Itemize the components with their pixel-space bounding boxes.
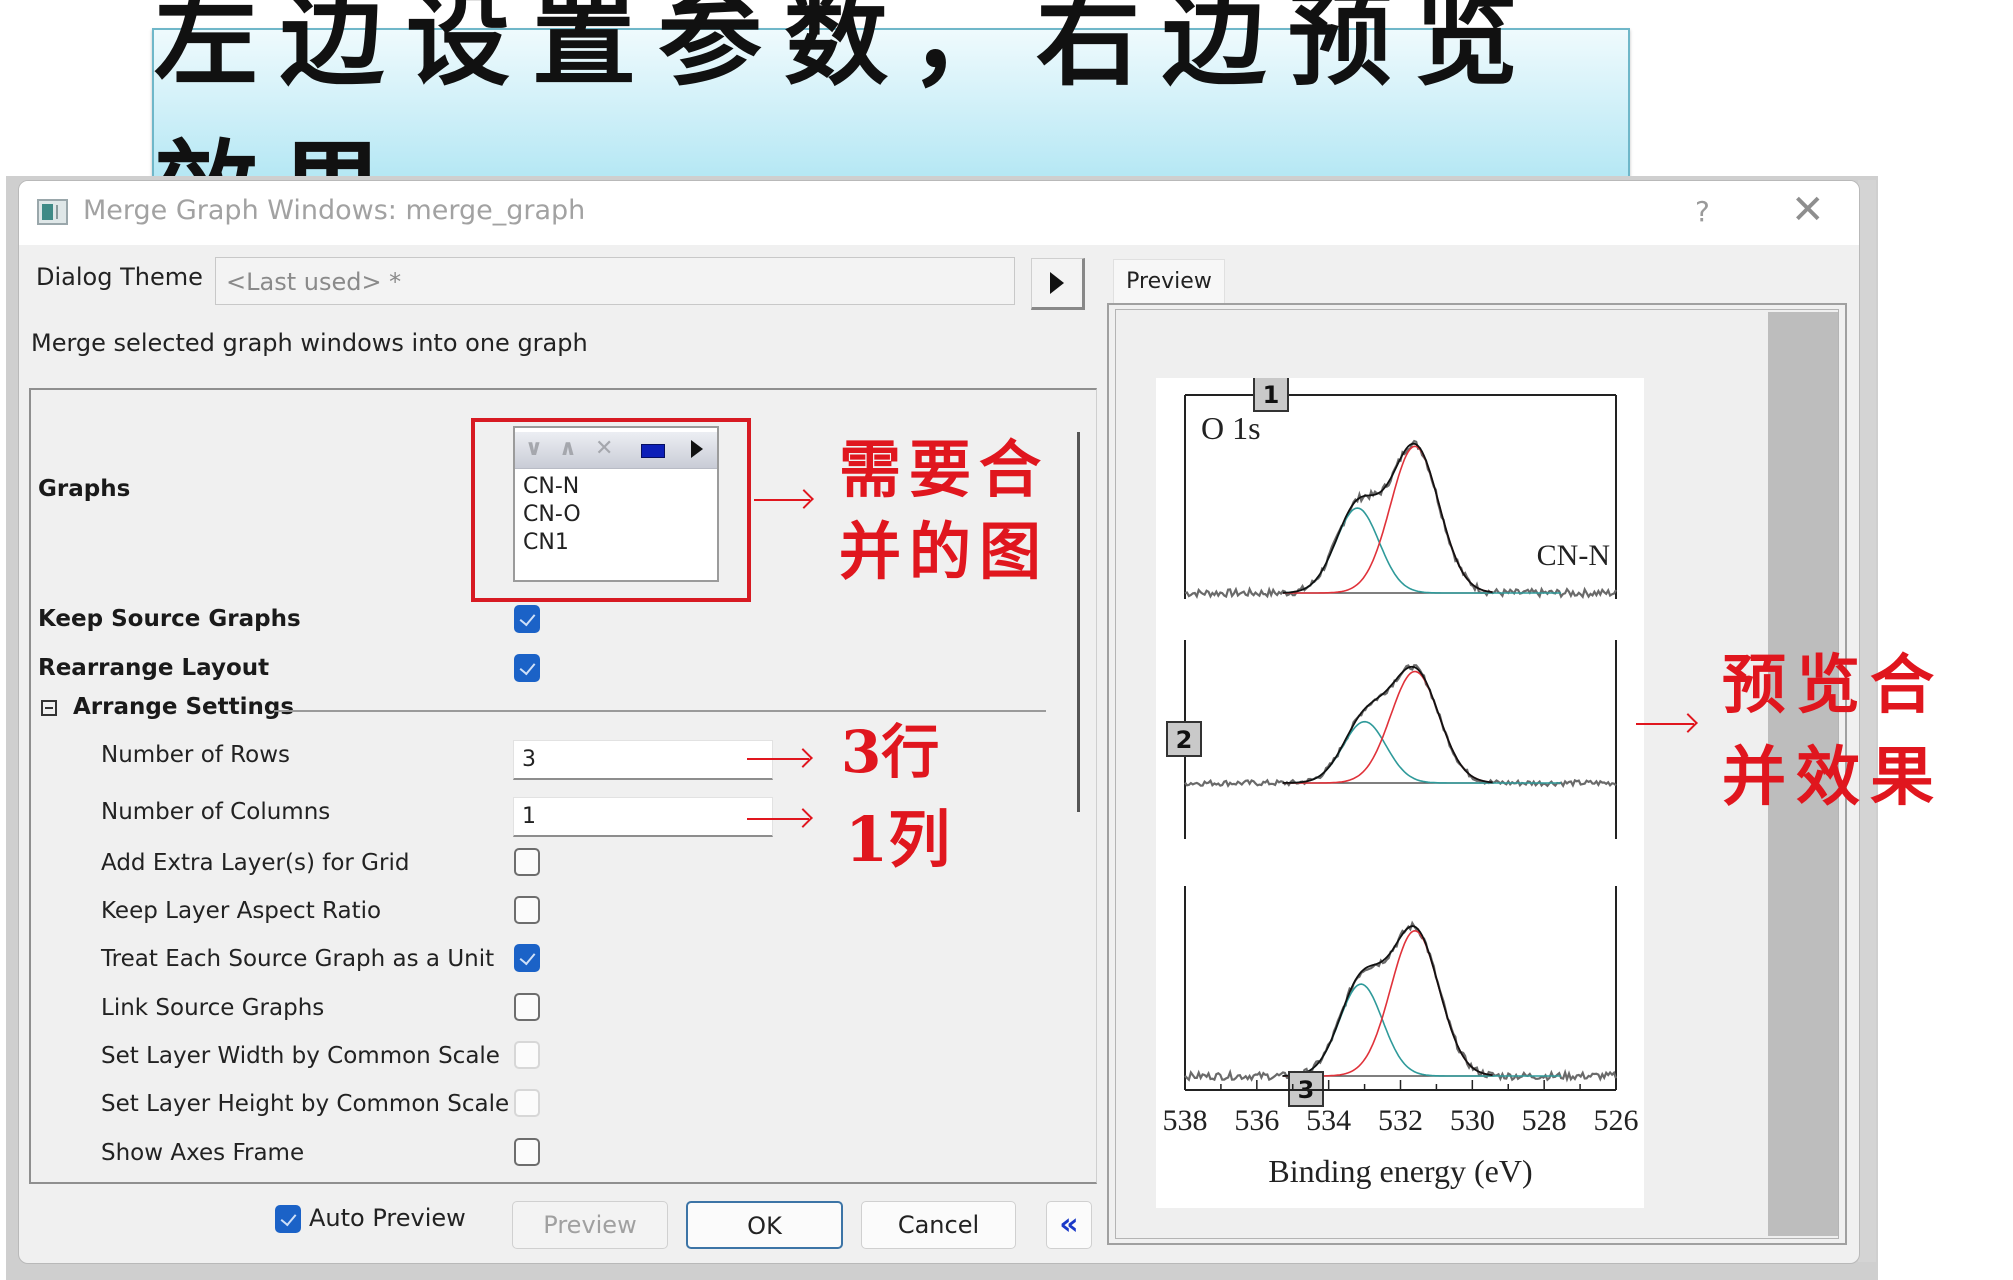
auto-preview-checkbox[interactable] bbox=[275, 1205, 301, 1233]
annotation-arrow bbox=[1636, 723, 1694, 725]
merged-graph-preview: CN-N123O 1s538 536 534 532 530 528 526Binding … bbox=[1163, 378, 1639, 1189]
option-label: Treat Each Source Graph as a Unit bbox=[101, 946, 495, 972]
x-tick-label: 532 bbox=[1378, 1104, 1423, 1137]
app-window-icon bbox=[37, 199, 68, 225]
keep-source-graphs-checkbox[interactable] bbox=[514, 605, 540, 633]
annotation-arrow bbox=[754, 499, 810, 501]
rows-annotation: 3行 bbox=[841, 718, 940, 786]
option-checkbox[interactable] bbox=[514, 896, 540, 924]
highlight-box bbox=[471, 418, 751, 602]
raw-spectrum bbox=[1184, 439, 1617, 599]
x-tick-label: 530 bbox=[1450, 1104, 1495, 1137]
option-checkbox[interactable] bbox=[514, 993, 540, 1021]
dialog-theme-label: Dialog Theme bbox=[36, 263, 203, 291]
fit-envelope bbox=[1282, 442, 1493, 594]
x-axis-label: Binding energy (eV) bbox=[1268, 1153, 1532, 1189]
rows-input[interactable]: 3 bbox=[513, 740, 773, 780]
option-checkbox[interactable] bbox=[514, 944, 540, 972]
option-checkbox[interactable] bbox=[514, 1089, 540, 1117]
annotation-line: 并效果 bbox=[1722, 740, 1944, 815]
cancel-button[interactable]: Cancel bbox=[861, 1201, 1016, 1249]
option-label: Link Source Graphs bbox=[101, 995, 325, 1021]
series-label: CN-N bbox=[1537, 539, 1610, 572]
ok-button[interactable]: OK bbox=[686, 1201, 843, 1249]
graphs-label: Graphs bbox=[38, 476, 131, 502]
option-label: Add Extra Layer(s) for Grid bbox=[101, 850, 410, 876]
settings-scrollbar[interactable] bbox=[1077, 432, 1080, 812]
graphs-annotation: 需要合 并的图 bbox=[839, 429, 1049, 593]
x-tick-label: 534 bbox=[1306, 1104, 1351, 1137]
layer-tag-label: 1 bbox=[1263, 381, 1280, 409]
tab-preview[interactable]: Preview bbox=[1113, 259, 1225, 305]
title-bar[interactable]: Merge Graph Windows: merge_graph ? ✕ bbox=[19, 181, 1859, 245]
option-label: Keep Layer Aspect Ratio bbox=[101, 898, 382, 924]
x-tick-label: 538 bbox=[1163, 1104, 1208, 1137]
annotation-arrow bbox=[747, 758, 809, 760]
x-tick-label: 536 bbox=[1234, 1104, 1279, 1137]
x-tick-label: 528 bbox=[1522, 1104, 1567, 1137]
arrange-settings-header: Arrange Settings bbox=[73, 694, 295, 720]
close-button[interactable]: ✕ bbox=[1791, 187, 1825, 233]
fit-peak-teal bbox=[1282, 983, 1562, 1077]
rearrange-layout-checkbox[interactable] bbox=[514, 654, 540, 682]
keep-source-graphs-label: Keep Source Graphs bbox=[38, 606, 301, 632]
rearrange-layout-label: Rearrange Layout bbox=[38, 655, 270, 681]
x-tick-label: 526 bbox=[1594, 1104, 1639, 1137]
option-checkbox[interactable] bbox=[514, 1138, 540, 1166]
layer-tag-label: 2 bbox=[1176, 726, 1193, 754]
banner-text: 左边设置参数，右边预览效果 bbox=[154, 0, 1541, 251]
collapse-preview-button[interactable]: « bbox=[1046, 1201, 1092, 1249]
merge-graph-dialog: Merge Graph Windows: merge_graph ? ✕ Dia… bbox=[18, 180, 1860, 1264]
option-label: Show Axes Frame bbox=[101, 1140, 305, 1166]
preview-annotation: 预览合 并效果 bbox=[1722, 640, 1944, 824]
preview-canvas: CN-N 1 2 3 O 1s 538 536 534 532 530 528 526 Binding … bbox=[1156, 378, 1644, 1208]
option-label: Set Layer Height by Common Scale bbox=[101, 1091, 510, 1117]
dialog-description: Merge selected graph windows into one gr… bbox=[31, 329, 588, 357]
annotation-line: 需要合 bbox=[839, 433, 1050, 506]
fit-peak-teal bbox=[1282, 507, 1562, 594]
preview-button[interactable]: Preview bbox=[512, 1201, 668, 1249]
help-button[interactable]: ? bbox=[1695, 195, 1710, 228]
dialog-title: Merge Graph Windows: merge_graph bbox=[83, 195, 586, 226]
dialog-theme-combo[interactable]: <Last used> * bbox=[215, 257, 1015, 305]
instruction-banner: 左边设置参数，右边预览效果 bbox=[152, 0, 1630, 251]
option-checkbox[interactable] bbox=[514, 848, 540, 876]
play-arrow-icon bbox=[1050, 272, 1064, 294]
rows-label: Number of Rows bbox=[101, 742, 290, 768]
collapse-section-icon[interactable] bbox=[41, 700, 57, 716]
raw-spectrum bbox=[1184, 920, 1618, 1083]
auto-preview-label[interactable]: Auto Preview bbox=[309, 1204, 466, 1232]
option-label: Set Layer Width by Common Scale bbox=[101, 1043, 500, 1069]
columns-annotation: 1列 bbox=[845, 803, 951, 876]
annotation-line: 并的图 bbox=[839, 515, 1050, 588]
annotation-arrow bbox=[747, 818, 809, 820]
annotation-line: 预览合 bbox=[1722, 648, 1944, 723]
columns-label: Number of Columns bbox=[101, 799, 331, 825]
option-checkbox[interactable] bbox=[514, 1041, 540, 1069]
element-label: O 1s bbox=[1201, 410, 1261, 446]
columns-input[interactable]: 1 bbox=[513, 797, 773, 837]
theme-menu-button[interactable] bbox=[1031, 258, 1085, 310]
